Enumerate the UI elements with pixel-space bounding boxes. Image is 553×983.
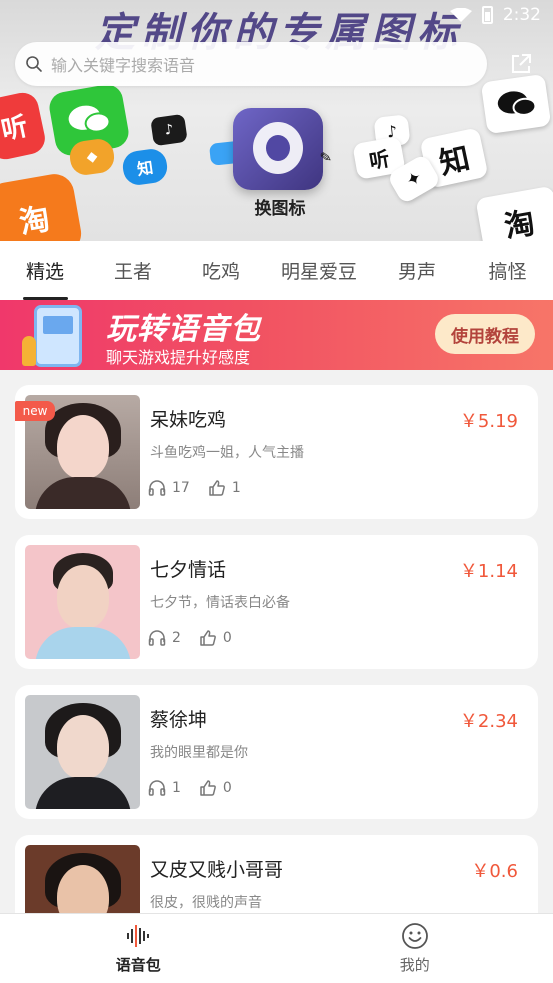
item-stats: 2 0 [148, 629, 232, 647]
voice-pack-list: new 呆妹吃鸡 ￥5.19 斗鱼吃鸡一姐，人气主播 17 1 七夕情话 ￥1.… [15, 385, 538, 983]
list-item[interactable]: 蔡徐坤 ￥2.34 我的眼里都是你 1 0 [15, 685, 538, 819]
item-description: 很皮，很贱的声音 [150, 895, 262, 911]
tab-male-voice[interactable]: 男声 [372, 241, 462, 300]
status-bar: 2:32 [449, 5, 541, 25]
wechat-white-icon [480, 73, 552, 135]
app-tile-red: 听 [0, 89, 48, 163]
douyin-tile-icon: ♪ [150, 113, 188, 147]
tab-star-idol[interactable]: 明星爱豆 [266, 241, 372, 300]
change-icon-app-icon [233, 108, 323, 190]
category-tabs: 精选 王者 吃鸡 明星爱豆 男声 搞怪 [0, 241, 553, 300]
app-label: 换图标 [254, 199, 306, 219]
status-time: 2:32 [502, 5, 541, 25]
search-placeholder: 输入关键字搜索语音 [51, 56, 196, 75]
tab-chicken[interactable]: 吃鸡 [176, 241, 266, 300]
thumbnail [25, 545, 140, 659]
phone-illustration [34, 305, 82, 367]
item-description: 七夕节，情话表白必备 [150, 595, 290, 611]
list-item[interactable]: new 呆妹吃鸡 ￥5.19 斗鱼吃鸡一姐，人气主播 17 1 [15, 385, 538, 519]
person-illustration [22, 336, 36, 366]
sound-wave-icon [127, 925, 150, 947]
headphones-icon [148, 630, 166, 646]
wifi-icon [449, 8, 472, 22]
thumbs-up-icon[interactable] [208, 479, 226, 497]
item-price: ￥5.19 [459, 411, 518, 432]
thumbs-up-icon[interactable] [199, 779, 217, 797]
promo-headline: 玩转语音包 [106, 312, 261, 347]
item-price: ￥2.34 [459, 711, 518, 732]
headphones-icon [148, 780, 166, 796]
new-badge: new [15, 401, 55, 421]
listen-count: 2 [172, 630, 181, 646]
tao-white-tile: 淘 [475, 185, 553, 241]
item-price: ￥0.6 [471, 861, 518, 882]
item-title: 又皮又贱小哥哥 [150, 859, 284, 881]
headphones-icon [148, 480, 166, 496]
item-price: ￥1.14 [459, 561, 518, 582]
list-item[interactable]: 七夕情话 ￥1.14 七夕节，情话表白必备 2 0 [15, 535, 538, 669]
bottom-nav: 语音包 我的 [0, 913, 553, 983]
tab-funny[interactable]: 搞怪 [462, 241, 553, 300]
like-count: 1 [231, 480, 241, 496]
nav-label: 我的 [399, 956, 430, 974]
share-icon[interactable] [509, 52, 533, 76]
item-title: 七夕情话 [150, 559, 227, 581]
battery-icon [481, 6, 493, 24]
promo-banner[interactable]: 玩转语音包 聊天游戏提升好感度 使用教程 [0, 300, 553, 370]
item-title: 蔡徐坤 [150, 709, 208, 731]
tab-featured[interactable]: 精选 [0, 241, 90, 300]
nav-label: 语音包 [115, 956, 161, 974]
hero-banner[interactable]: 定制你的专属图标 听 ◆ ♪ 知 淘 换图标 ♪ 听 知 ✦ 淘 ✎ 2:32 … [0, 0, 553, 241]
item-stats: 1 0 [148, 779, 232, 797]
item-description: 斗鱼吃鸡一姐，人气主播 [150, 445, 304, 461]
item-stats: 17 1 [148, 479, 241, 497]
thumbnail [25, 695, 140, 809]
thumbs-up-icon[interactable] [199, 629, 217, 647]
nav-voice-pack[interactable]: 语音包 [0, 914, 277, 983]
listen-count: 17 [172, 480, 190, 496]
smiley-icon [401, 923, 428, 949]
tab-king[interactable]: 王者 [90, 241, 176, 300]
taobao-tile-orange: 淘 [0, 170, 85, 241]
item-description: 我的眼里都是你 [150, 745, 248, 761]
like-count: 0 [222, 780, 232, 796]
search-input[interactable]: 输入关键字搜索语音 [15, 42, 487, 86]
item-title: 呆妹吃鸡 [150, 409, 227, 431]
promo-subtitle: 聊天游戏提升好感度 [106, 348, 251, 367]
nav-mine[interactable]: 我的 [277, 914, 553, 983]
like-count: 0 [222, 630, 232, 646]
search-icon [26, 56, 42, 72]
listen-count: 1 [172, 780, 181, 796]
tutorial-button[interactable]: 使用教程 [435, 314, 535, 354]
zhihu-tile-blue: 知 [120, 147, 170, 187]
